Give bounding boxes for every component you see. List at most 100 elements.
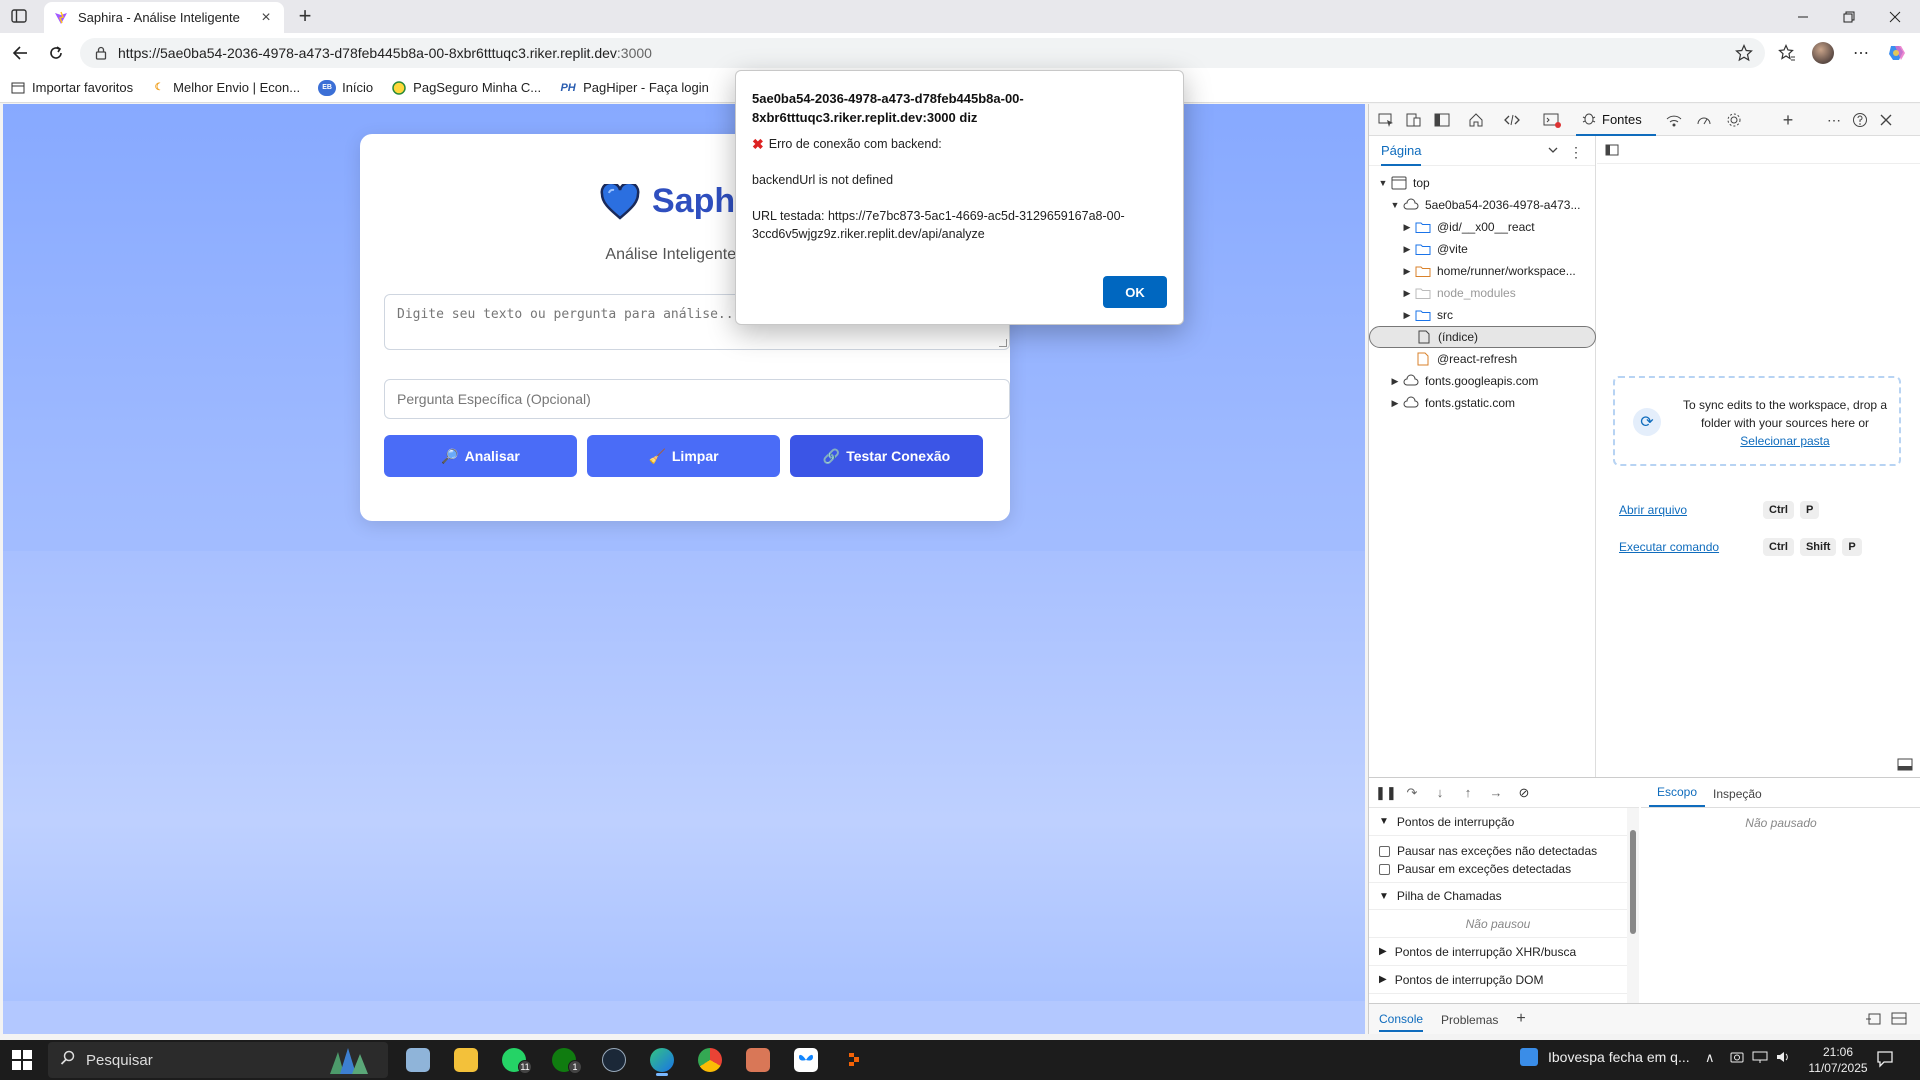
step-into-icon[interactable]: ↓ [1431,785,1449,801]
taskbar-app-notes[interactable] [400,1044,436,1076]
tree-node[interactable]: (índice) [1369,326,1596,348]
analyze-button[interactable]: 🔎 Analisar [384,435,577,477]
restore-icon[interactable] [1826,0,1872,33]
drawer-close-icon[interactable] [1891,1012,1907,1029]
step-out-icon[interactable]: ↑ [1459,785,1477,801]
favorite-import[interactable]: Importar favoritos [10,80,133,96]
test-connection-button[interactable]: 🔗 Testar Conexão [790,435,983,477]
workspace-drop-zone[interactable]: ⟳ To sync edits to the workspace, drop a… [1613,376,1901,466]
devtools-more-icon[interactable]: ⋯ [1825,111,1843,129]
checkbox[interactable] [1379,845,1390,857]
tab-pagina[interactable]: Página [1381,143,1422,166]
tree-node[interactable]: ▶ fonts.gstatic.com [1369,392,1596,414]
favorite-inicio[interactable]: EB Início [318,79,373,96]
tree-node[interactable]: ▶ node_modules [1369,282,1596,304]
breakpoints-section[interactable]: ▼ Pontos de interrupção [1369,808,1627,836]
profile-avatar[interactable] [1812,42,1834,64]
toggle-debugger-icon[interactable] [1897,758,1913,775]
tab-close-icon[interactable]: × [258,9,274,27]
favorite-melhor-envio[interactable]: ☾ Melhor Envio | Econ... [151,80,300,96]
navigator-menu-icon[interactable]: ⋮ [1569,144,1583,161]
specific-question-input[interactable]: Pergunta Específica (Opcional) [384,379,1010,419]
inspect-icon[interactable] [1377,111,1395,129]
notification-icon[interactable] [1876,1050,1896,1070]
taskbar-app-edge[interactable] [644,1044,680,1076]
dialog-ok-button[interactable]: OK [1103,276,1167,308]
expand-arrow-icon[interactable]: ▶ [1401,266,1413,277]
taskbar-app-replit[interactable] [836,1044,872,1076]
pause-icon[interactable]: ❚❚ [1375,785,1397,801]
address-bar[interactable]: https://5ae0ba54-2036-4978-a473-d78feb44… [80,38,1765,68]
more-icon[interactable]: ⋯ [1850,42,1872,64]
deactivate-breakpoints-icon[interactable]: ⊘ [1515,785,1533,801]
toggle-navigator-icon[interactable] [1605,143,1619,160]
network-icon[interactable] [1665,111,1683,129]
call-stack-section[interactable]: ▼ Pilha de Chamadas [1369,882,1627,910]
expand-arrow-icon[interactable]: ▼ [1377,178,1389,188]
expand-arrow-icon[interactable]: ▼ [1389,200,1401,210]
expand-arrow-icon[interactable]: ▶ [1401,222,1413,233]
taskbar-app-whatsapp[interactable]: 11 [496,1044,532,1076]
volume-icon[interactable] [1776,1050,1792,1067]
step-over-icon[interactable]: ↷ [1403,785,1421,801]
tab-console[interactable]: Console [1379,1006,1424,1032]
tree-node[interactable]: ▶ @vite [1369,238,1596,260]
taskbar-search[interactable]: Pesquisar [48,1042,388,1078]
console-icon[interactable] [1543,111,1561,129]
tree-node[interactable]: ▼ top [1369,172,1596,194]
taskbar-app-chrome[interactable] [692,1044,728,1076]
taskbar-app-xbox[interactable]: 1 [546,1044,582,1076]
chevron-up-icon[interactable]: ∧ [1705,1050,1715,1066]
new-tab-button[interactable]: + [292,4,318,30]
clear-button[interactable]: 🧹 Limpar [587,435,780,477]
clock[interactable]: 21:06 11/07/2025 [1800,1044,1876,1076]
drawer-dock-icon[interactable] [1865,1012,1881,1029]
tree-node[interactable]: @react-refresh [1369,348,1596,370]
checkbox[interactable] [1379,863,1390,875]
copilot-icon[interactable] [1886,42,1908,64]
open-file-link[interactable]: Abrir arquivo [1619,503,1763,517]
network-tray-icon[interactable] [1752,1050,1768,1067]
taskbar-app-explorer[interactable] [448,1044,484,1076]
tree-node[interactable]: ▶ fonts.googleapis.com [1369,370,1596,392]
help-icon[interactable] [1851,111,1869,129]
camera-icon[interactable] [1730,1050,1744,1067]
xhr-breakpoints-section[interactable]: ▶ Pontos de interrupção XHR/busca [1369,938,1627,966]
taskbar-app-steam[interactable] [596,1044,632,1076]
browser-tab[interactable]: Saphira - Análise Inteligente × [44,2,284,33]
windows-start-icon[interactable] [12,1050,32,1070]
chevron-down-icon[interactable] [1547,144,1559,159]
device-toolbar-icon[interactable] [1405,111,1423,129]
tree-node[interactable]: ▶ home/runner/workspace... [1369,260,1596,282]
dock-icon[interactable] [1433,111,1451,129]
site-info-icon[interactable] [94,46,108,60]
home-icon[interactable] [1467,111,1485,129]
tree-node[interactable]: ▶ src [1369,304,1596,326]
expand-arrow-icon[interactable]: ▶ [1389,398,1401,409]
expand-arrow-icon[interactable]: ▶ [1401,244,1413,255]
news-widget[interactable]: Ibovespa fecha em q... [1520,1048,1690,1066]
taskbar-app-bluesky[interactable] [788,1044,824,1076]
back-icon[interactable] [8,41,32,65]
favorite-pagseguro[interactable]: PagSeguro Minha C... [391,80,541,96]
favorite-paghiper[interactable]: PH PagHiper - Faça login [559,80,708,96]
window-close-icon[interactable] [1872,0,1918,33]
performance-icon[interactable] [1695,111,1713,129]
tab-fontes[interactable]: Fontes [1576,104,1656,136]
tree-node[interactable]: ▼ 5ae0ba54-2036-4978-a473... [1369,194,1596,216]
favorites-icon[interactable] [1776,42,1798,64]
favorite-star-icon[interactable] [1735,44,1753,62]
tab-escopo[interactable]: Escopo [1649,785,1706,807]
add-tool-icon[interactable]: + [1779,110,1797,130]
tab-problemas[interactable]: Problemas [1441,1007,1498,1031]
devtools-close-icon[interactable] [1877,111,1895,129]
pause-uncaught-option[interactable]: Pausar nas exceções não detectadas [1369,842,1920,860]
dom-breakpoints-section[interactable]: ▶ Pontos de interrupção DOM [1369,966,1627,994]
debugger-scrollbar[interactable] [1627,808,1639,1004]
expand-arrow-icon[interactable]: ▶ [1389,376,1401,387]
settings-gear-icon[interactable] [1725,111,1743,129]
resize-grip[interactable] [999,339,1007,347]
minimize-icon[interactable] [1780,0,1826,33]
add-drawer-tab-icon[interactable]: + [1516,1010,1525,1028]
expand-arrow-icon[interactable]: ▶ [1401,288,1413,299]
